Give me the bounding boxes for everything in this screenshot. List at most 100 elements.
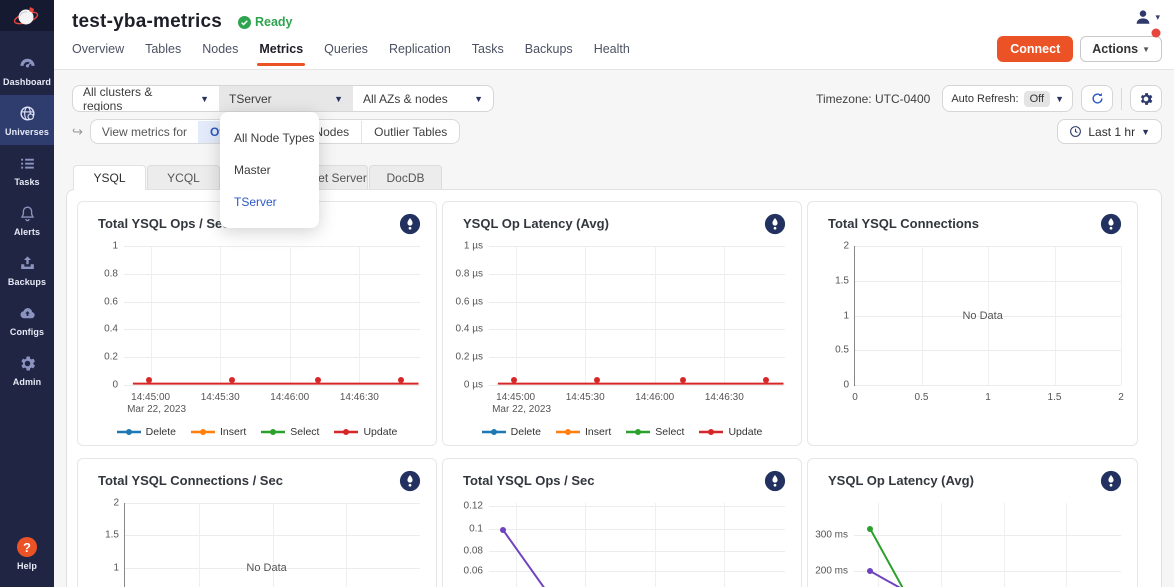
auto-refresh-select[interactable]: Auto Refresh: Off ▼ <box>942 85 1073 112</box>
legend-item[interactable]: Insert <box>191 426 246 438</box>
backups-upload-icon <box>18 254 37 273</box>
timezone-label: Timezone: UTC-0400 <box>816 92 930 106</box>
yugabyte-chart-icon <box>399 213 421 240</box>
y-axis-label: 300 ms <box>814 530 848 541</box>
sidebar-item-backups[interactable]: Backups <box>0 245 54 295</box>
tab-tasks[interactable]: Tasks <box>472 42 504 66</box>
chart-title: Total YSQL Connections / Sec <box>98 473 283 488</box>
tab-health[interactable]: Health <box>594 42 630 66</box>
sidebar-label: Configs <box>10 327 44 337</box>
x-axis-label: 14:46:00 <box>635 392 674 403</box>
azs-nodes-select[interactable]: All AZs & nodes▼ <box>353 86 493 111</box>
y-axis-label: 0.6 µs <box>449 296 483 307</box>
legend-item[interactable]: Update <box>699 426 762 438</box>
charts-panel: Total YSQL Ops / Sec10.80.60.40.2014:45:… <box>66 189 1162 587</box>
chevron-down-icon: ▼ <box>1142 45 1150 54</box>
gridline <box>1055 246 1056 385</box>
legend-item[interactable]: Select <box>261 426 319 438</box>
gridline <box>489 385 785 386</box>
node-type-select[interactable]: TServer▼ <box>219 86 353 111</box>
legend-item[interactable]: Select <box>626 426 684 438</box>
actions-button[interactable]: Actions▼ <box>1080 36 1162 62</box>
chevron-down-icon: ▼ <box>200 94 209 104</box>
user-menu[interactable]: ▾ <box>1134 8 1160 26</box>
tab-queries[interactable]: Queries <box>324 42 368 66</box>
chart-card: Total YSQL Connections21.510.5000.511.52… <box>807 201 1138 446</box>
y-axis-label: 200 ms <box>814 566 848 577</box>
sidebar: Dashboard Universes Tasks Alerts Backup <box>0 0 54 587</box>
sidebar-item-universes[interactable]: Universes <box>0 95 54 145</box>
menu-item-tserver[interactable]: TServer <box>220 186 319 218</box>
sidebar-label: Universes <box>5 127 49 137</box>
clock-icon <box>1069 125 1082 138</box>
connect-button[interactable]: Connect <box>997 36 1073 62</box>
help-icon: ? <box>17 537 37 557</box>
data-point <box>511 377 517 383</box>
metric-tab-ycql[interactable]: YCQL <box>147 165 220 189</box>
plot-area: 300 ms200 ms <box>854 503 1121 587</box>
tab-replication[interactable]: Replication <box>389 42 451 66</box>
tab-nodes[interactable]: Nodes <box>202 42 238 66</box>
yugabyte-logo[interactable] <box>0 0 54 31</box>
data-point <box>229 377 235 383</box>
clusters-regions-select[interactable]: All clusters & regions▼ <box>73 86 219 111</box>
metric-tab-docdb[interactable]: DocDB <box>369 165 442 189</box>
x-axis-label: 14:46:30 <box>340 392 379 403</box>
legend-item[interactable]: Delete <box>482 426 541 438</box>
tab-overview[interactable]: Overview <box>72 42 124 66</box>
y-axis-label: 1 <box>85 562 119 573</box>
tasks-list-icon <box>18 154 37 173</box>
legend-item[interactable]: Delete <box>117 426 176 438</box>
menu-item-master[interactable]: Master <box>220 154 319 186</box>
legend-key-icon <box>191 428 215 436</box>
menu-item-all-node-types[interactable]: All Node Types <box>220 122 319 154</box>
chart-title: Total YSQL Ops / Sec <box>463 473 595 488</box>
metrics-settings-button[interactable] <box>1130 85 1162 112</box>
sidebar-item-configs[interactable]: Configs <box>0 295 54 345</box>
sidebar-item-tasks[interactable]: Tasks <box>0 145 54 195</box>
segment-outlier-tables[interactable]: Outlier Tables <box>361 121 459 143</box>
y-axis-label: 1 µs <box>449 241 483 252</box>
chart-card: Total YSQL Ops / Sec 0.120.10.080.06 <box>442 458 802 587</box>
series-lines <box>854 503 1121 587</box>
sidebar-item-help[interactable]: ? Help <box>0 528 54 579</box>
plot-area: 1 µs0.8 µs0.6 µs0.4 µs0.2 µs0 µs14:45:00… <box>489 246 785 386</box>
data-point <box>500 527 506 533</box>
tab-backups[interactable]: Backups <box>525 42 573 66</box>
metric-tab-ysql[interactable]: YSQL <box>73 165 146 190</box>
x-axis-label: 14:45:00 <box>496 392 535 403</box>
legend-key-icon <box>556 428 580 436</box>
time-range-select[interactable]: Last 1 hr ▼ <box>1057 119 1162 144</box>
plot-area: 21.510.50No Data <box>124 503 420 587</box>
y-axis-label: 1 <box>815 310 849 321</box>
no-data-label: No Data <box>246 562 286 574</box>
legend-item[interactable]: Insert <box>556 426 611 438</box>
chart-card: Total YSQL Connections / Sec 21.510.50No … <box>77 458 437 587</box>
y-axis-label: 0.2 <box>84 352 118 363</box>
y-axis-label: 1.5 <box>85 530 119 541</box>
legend-key-icon <box>334 428 358 436</box>
chevron-down-icon: ▼ <box>1055 94 1064 104</box>
tab-tables[interactable]: Tables <box>145 42 181 66</box>
plot-area: 0.120.10.080.06 <box>489 503 785 587</box>
y-axis-label: 0.4 µs <box>449 324 483 335</box>
auto-refresh-value: Off <box>1024 91 1050 107</box>
legend-item[interactable]: Update <box>334 426 397 438</box>
chevron-down-icon: ▾ <box>1155 12 1160 23</box>
sidebar-item-dashboard[interactable]: Dashboard <box>0 45 54 95</box>
planet-rocket-icon <box>10 4 44 28</box>
x-axis-label: 1 <box>985 392 991 403</box>
x-axis-label: 2 <box>1118 392 1124 403</box>
chart-title: YSQL Op Latency (Avg) <box>463 216 609 231</box>
sidebar-item-admin[interactable]: Admin <box>0 345 54 395</box>
gridline <box>199 503 200 587</box>
tab-metrics[interactable]: Metrics <box>259 42 303 66</box>
y-axis-label: 0.08 <box>449 545 483 556</box>
sidebar-item-alerts[interactable]: Alerts <box>0 195 54 245</box>
legend-key-icon <box>117 428 141 436</box>
x-axis-label: 14:46:30 <box>705 392 744 403</box>
gridline <box>1121 246 1122 385</box>
yugabyte-chart-icon <box>764 213 786 240</box>
refresh-button[interactable] <box>1081 85 1113 112</box>
no-data-label: No Data <box>962 310 1002 322</box>
